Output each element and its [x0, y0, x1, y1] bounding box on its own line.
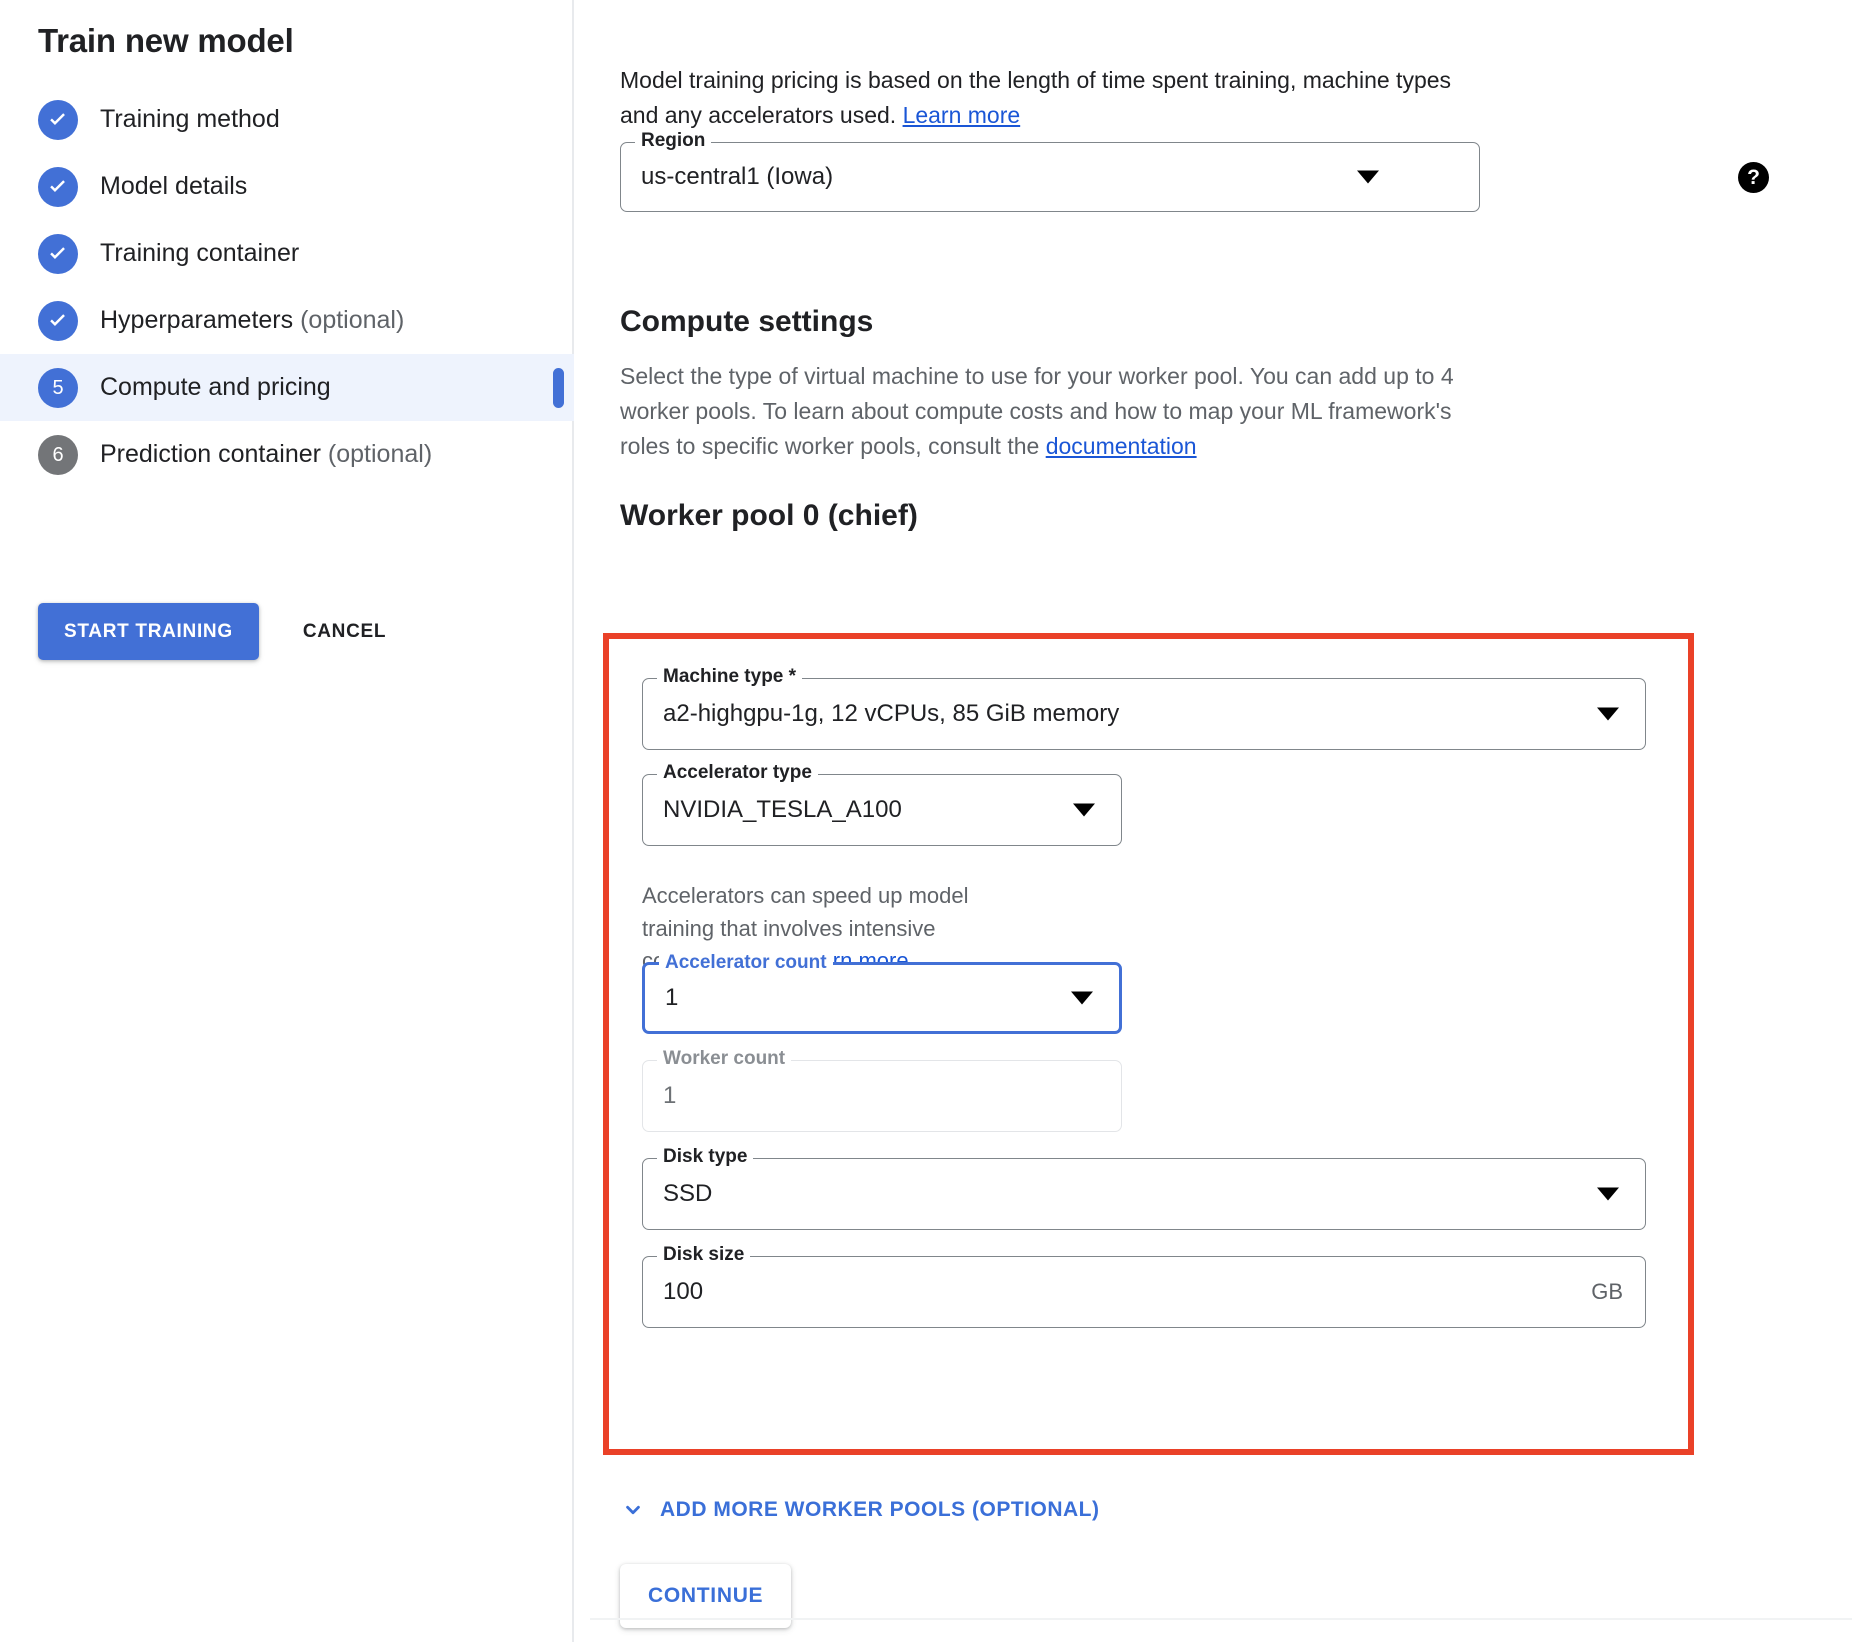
chevron-down-icon	[620, 1497, 646, 1523]
region-label: Region	[635, 130, 711, 152]
compute-settings-description: Select the type of virtual machine to us…	[620, 359, 1482, 464]
region-help-icon[interactable]: ?	[1738, 162, 1769, 193]
start-training-button[interactable]: START TRAINING	[38, 603, 259, 660]
train-new-model-page: Train new model Training method Model de…	[0, 0, 1870, 1642]
accelerator-count-select[interactable]: Accelerator count 1	[642, 962, 1122, 1034]
wizard-sidebar: Train new model Training method Model de…	[0, 0, 574, 1642]
cancel-button[interactable]: CANCEL	[285, 603, 404, 660]
sidebar-actions: START TRAINING CANCEL	[38, 603, 404, 660]
sidebar-item-label: Training method	[100, 105, 280, 134]
accelerator-type-value: NVIDIA_TESLA_A100	[663, 796, 902, 824]
chevron-down-icon[interactable]	[1597, 708, 1619, 721]
accelerator-count-label: Accelerator count	[659, 952, 833, 974]
worker-pool-heading: Worker pool 0 (chief)	[620, 499, 918, 533]
accelerator-count-value: 1	[665, 984, 678, 1012]
disk-type-select[interactable]: Disk type SSD	[642, 1158, 1646, 1230]
region-select[interactable]: Region us-central1 (Iowa)	[620, 142, 1480, 212]
chevron-down-icon[interactable]	[1073, 804, 1095, 817]
worker-count-value: 1	[663, 1082, 676, 1110]
sidebar-item-training-container[interactable]: Training container	[0, 220, 574, 287]
sidebar-item-model-details[interactable]: Model details	[0, 153, 574, 220]
sidebar-item-compute-and-pricing[interactable]: 5 Compute and pricing	[0, 354, 574, 421]
disk-size-value: 100	[663, 1278, 703, 1306]
chevron-down-icon[interactable]	[1357, 171, 1379, 184]
machine-type-select[interactable]: Machine type * a2-highgpu-1g, 12 vCPUs, …	[642, 678, 1646, 750]
disk-type-label: Disk type	[657, 1146, 753, 1168]
disk-size-unit: GB	[1591, 1279, 1623, 1305]
active-step-indicator	[553, 368, 564, 408]
worker-count-label: Worker count	[657, 1048, 791, 1070]
chevron-down-icon[interactable]	[1071, 992, 1093, 1005]
check-circle-icon	[38, 301, 78, 341]
disk-size-input[interactable]: Disk size 100 GB	[642, 1256, 1646, 1328]
page-title: Train new model	[38, 22, 294, 60]
accelerator-type-select[interactable]: Accelerator type NVIDIA_TESLA_A100	[642, 774, 1122, 846]
accelerator-type-label: Accelerator type	[657, 762, 818, 784]
step-number-badge: 6	[38, 435, 78, 475]
sidebar-item-label: Model details	[100, 172, 247, 201]
sidebar-item-label: Prediction container (optional)	[100, 440, 432, 469]
chevron-down-icon[interactable]	[1597, 1188, 1619, 1201]
add-more-worker-pools-toggle[interactable]: ADD MORE WORKER POOLS (OPTIONAL)	[620, 1497, 1100, 1523]
add-more-worker-pools-label: ADD MORE WORKER POOLS (OPTIONAL)	[660, 1498, 1100, 1522]
sidebar-item-label: Compute and pricing	[100, 373, 331, 402]
sidebar-item-prediction-container[interactable]: 6 Prediction container (optional)	[0, 421, 574, 488]
sidebar-item-label: Training container	[100, 239, 299, 268]
worker-count-input: Worker count 1	[642, 1060, 1122, 1132]
disk-size-label: Disk size	[657, 1244, 750, 1266]
sidebar-item-training-method[interactable]: Training method	[0, 86, 574, 153]
check-circle-icon	[38, 100, 78, 140]
wizard-step-list: Training method Model details Training c…	[0, 86, 574, 488]
compute-settings-heading: Compute settings	[620, 305, 873, 339]
check-circle-icon	[38, 234, 78, 274]
bottom-divider	[590, 1618, 1852, 1620]
machine-type-value: a2-highgpu-1g, 12 vCPUs, 85 GiB memory	[663, 700, 1119, 728]
step-number-badge: 5	[38, 368, 78, 408]
documentation-link[interactable]: documentation	[1046, 433, 1197, 459]
pricing-intro-text: Model training pricing is based on the l…	[620, 63, 1460, 133]
main-content: Model training pricing is based on the l…	[576, 0, 1870, 1642]
region-value: us-central1 (Iowa)	[641, 163, 833, 191]
disk-type-value: SSD	[663, 1180, 712, 1208]
check-circle-icon	[38, 167, 78, 207]
sidebar-item-hyperparameters[interactable]: Hyperparameters (optional)	[0, 287, 574, 354]
machine-type-label: Machine type *	[657, 666, 802, 688]
sidebar-item-label: Hyperparameters (optional)	[100, 306, 404, 335]
pricing-learn-more-link[interactable]: Learn more	[903, 102, 1021, 128]
